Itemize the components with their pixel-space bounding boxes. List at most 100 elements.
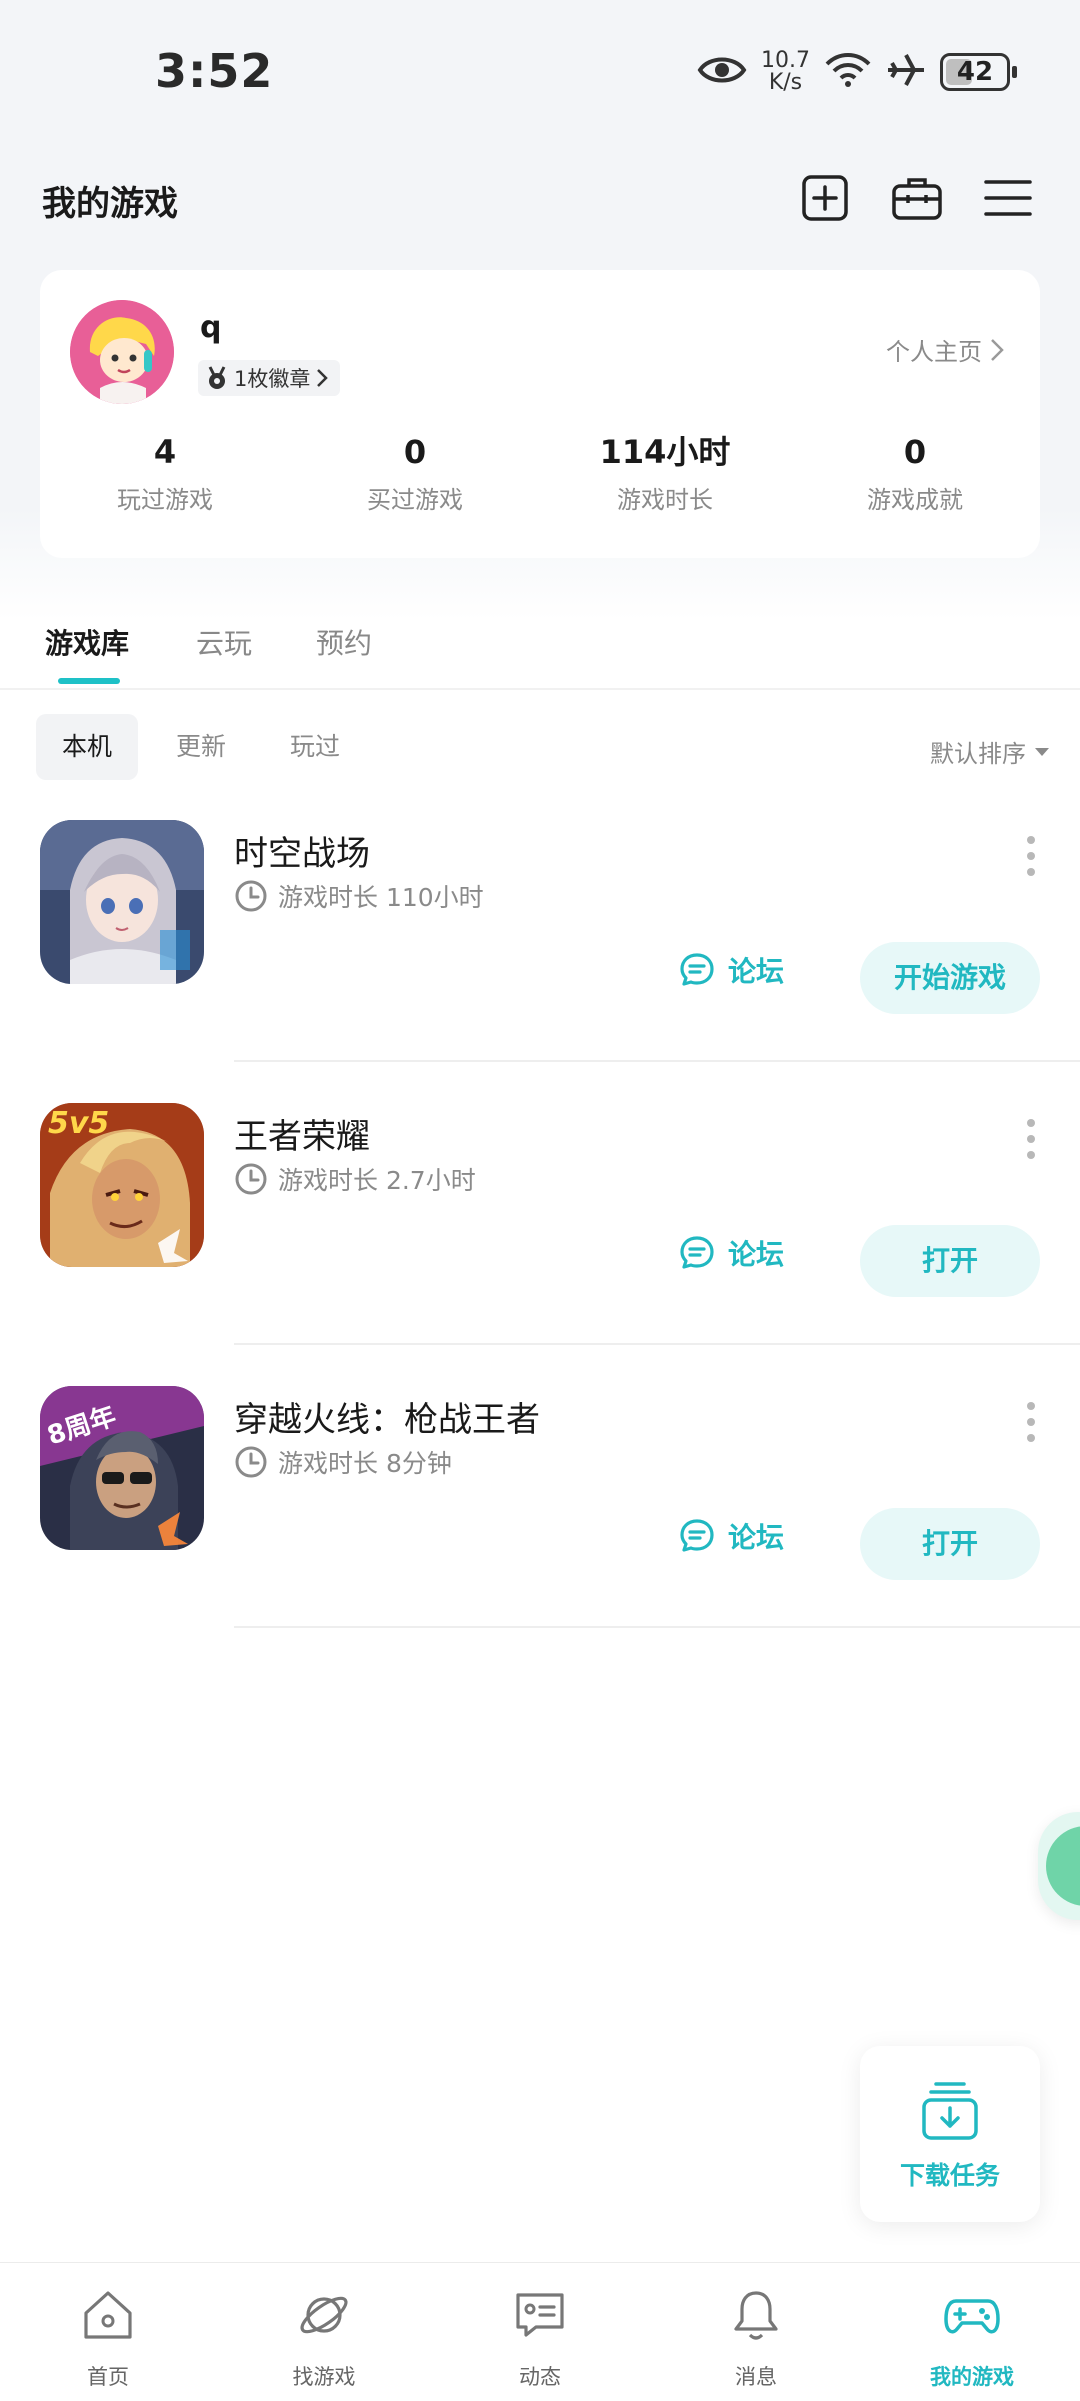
game-playtime: 游戏时长 2.7小时 [234, 1161, 476, 1197]
planet-icon [300, 2296, 348, 2334]
battery-level: 42 [956, 57, 994, 87]
status-icons: 10.7 K/s 42 [697, 46, 1017, 98]
clock-icon [235, 880, 267, 912]
stat-bought-games[interactable]: 0 买过游戏 [290, 430, 540, 515]
game-playtime-label: 游戏时长 2.7小时 [278, 1166, 476, 1195]
profile-homepage-link[interactable]: 个人主页 [886, 332, 1004, 367]
nav-my-games[interactable]: 我的游戏 [864, 2263, 1080, 2401]
stat-achievements[interactable]: 0 游戏成就 [790, 430, 1040, 515]
more-options-button[interactable] [1026, 1402, 1036, 1442]
filter-local[interactable]: 本机 [36, 714, 139, 780]
game-icon-shikong[interactable] [40, 820, 204, 984]
more-options-button[interactable] [1026, 836, 1036, 876]
chevron-right-icon [317, 369, 329, 387]
stat-play-time[interactable]: 114小时 游戏时长 [540, 430, 790, 515]
game-playtime: 游戏时长 110小时 [234, 878, 484, 914]
forum-button[interactable]: 论坛 [678, 1233, 784, 1273]
download-tray-icon [922, 2082, 978, 2140]
forum-chat-icon [680, 953, 714, 986]
stat-value: 4 [153, 433, 177, 471]
download-tasks-button[interactable]: 下载任务 [860, 2046, 1040, 2222]
stat-label: 游戏时长 [617, 486, 713, 514]
bell-icon [734, 2291, 778, 2340]
net-speed: 10.7 K/s [761, 50, 810, 94]
chevron-right-icon [991, 338, 1004, 361]
nav-label: 找游戏 [292, 2365, 356, 2389]
list-divider [234, 1060, 1080, 1062]
nav-find-games[interactable]: 找游戏 [216, 2263, 432, 2401]
net-speed-value: 10.7 [761, 48, 810, 73]
forum-label: 论坛 [728, 1521, 785, 1554]
forum-chat-icon [680, 1519, 714, 1552]
stats-row: 4 玩过游戏 0 买过游戏 114小时 游戏时长 0 游戏成就 [40, 430, 1040, 515]
forum-button[interactable]: 论坛 [678, 1516, 784, 1556]
badge-label: 1枚徽章 [234, 367, 311, 391]
clock-icon [235, 1446, 267, 1478]
gamepad-icon [944, 2299, 1000, 2334]
caret-down-icon [1035, 747, 1049, 756]
stat-value: 114小时 [599, 433, 731, 471]
tab-active-indicator [58, 678, 120, 684]
game-icon-cf[interactable]: 8周年 [40, 1386, 204, 1550]
stat-value: 0 [903, 433, 927, 471]
svg-text:5v5: 5v5 [48, 1106, 109, 1141]
tabs-divider [0, 688, 1080, 690]
nav-messages[interactable]: 消息 [648, 2263, 864, 2401]
username: q [200, 310, 222, 345]
sort-dropdown[interactable]: 默认排序 [930, 734, 1050, 769]
battery-indicator: 42 [940, 53, 1017, 91]
menu-button[interactable] [978, 168, 1038, 228]
tab-cloud-play[interactable]: 云玩 [196, 622, 252, 662]
game-item[interactable]: 8周年 穿越火线：枪战王者 游戏时长 8分钟 论坛 打开 [0, 1386, 1080, 1669]
game-item[interactable]: 5v5 王者荣耀 游戏时长 2.7小时 论坛 打开 [0, 1103, 1080, 1386]
open-game-button[interactable]: 打开 [860, 1225, 1040, 1297]
badge-chip[interactable]: 1枚徽章 [198, 360, 341, 396]
toolbox-icon [892, 178, 942, 220]
game-name: 时空战场 [234, 834, 370, 874]
game-playtime-label: 游戏时长 8分钟 [278, 1449, 452, 1478]
stat-played-games[interactable]: 4 玩过游戏 [40, 430, 290, 515]
nav-home[interactable]: 首页 [0, 2263, 216, 2401]
home-icon [84, 2291, 132, 2339]
download-tasks-label: 下载任务 [899, 2161, 1000, 2190]
floating-assistant-button[interactable] [1038, 1812, 1080, 1920]
stat-label: 游戏成就 [867, 486, 963, 514]
stat-value: 0 [403, 433, 427, 471]
start-game-button[interactable]: 开始游戏 [860, 942, 1040, 1014]
game-icon-wangzhe[interactable]: 5v5 [40, 1103, 204, 1267]
add-game-button[interactable] [795, 168, 855, 228]
forum-chat-icon [680, 1236, 714, 1269]
nav-label: 动态 [519, 2365, 561, 2389]
forum-label: 论坛 [728, 955, 785, 988]
hamburger-menu-icon [984, 180, 1032, 216]
more-options-button[interactable] [1026, 1119, 1036, 1159]
nav-feed[interactable]: 动态 [432, 2263, 648, 2401]
clock-icon [235, 1163, 267, 1195]
game-name: 王者荣耀 [234, 1117, 370, 1157]
eye-icon [697, 52, 747, 92]
nav-label: 首页 [87, 2365, 129, 2389]
tab-reservations[interactable]: 预约 [316, 622, 372, 662]
game-playtime-label: 游戏时长 110小时 [278, 883, 484, 912]
library-tabs: 游戏库 云玩 预约 [0, 610, 1080, 690]
tab-game-library[interactable]: 游戏库 [45, 622, 129, 662]
toolbox-button[interactable] [887, 168, 947, 228]
profile-card: q 1枚徽章 个人主页 4 玩过游戏 0 买过游戏 114小时 游戏时长 0 游… [40, 270, 1040, 558]
game-playtime: 游戏时长 8分钟 [234, 1444, 452, 1480]
airplane-icon [886, 51, 926, 93]
forum-button[interactable]: 论坛 [678, 950, 784, 990]
game-item[interactable]: 时空战场 游戏时长 110小时 论坛 开始游戏 [0, 820, 1080, 1103]
feed-icon [516, 2293, 564, 2337]
stat-label: 买过游戏 [367, 486, 463, 514]
forum-label: 论坛 [728, 1238, 785, 1271]
nav-label: 我的游戏 [930, 2365, 1014, 2389]
open-game-button[interactable]: 打开 [860, 1508, 1040, 1580]
profile-homepage-label: 个人主页 [886, 338, 982, 366]
filter-updates[interactable]: 更新 [150, 714, 252, 780]
plus-square-icon [802, 175, 848, 221]
bottom-navigation: 首页 找游戏 动态 消息 我的游戏 [0, 2262, 1080, 2401]
avatar[interactable] [70, 300, 174, 404]
sort-label: 默认排序 [930, 740, 1026, 768]
filter-played[interactable]: 玩过 [264, 714, 366, 780]
game-name: 穿越火线：枪战王者 [234, 1400, 540, 1440]
